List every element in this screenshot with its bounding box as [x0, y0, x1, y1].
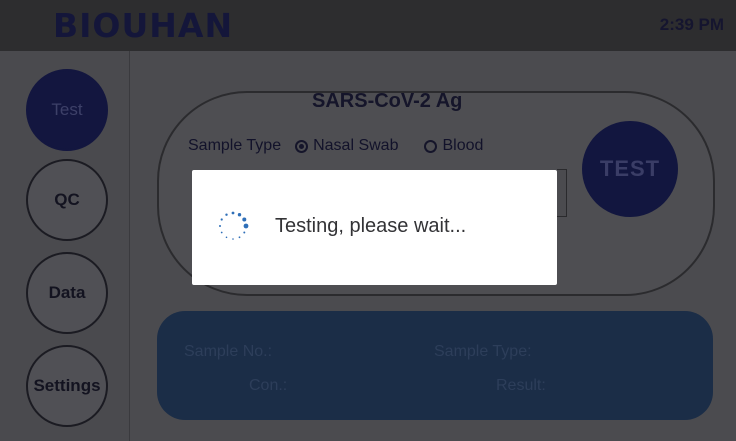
sample-no-label: Sample No.:	[184, 343, 273, 360]
loading-dialog: Testing, please wait...	[192, 170, 557, 285]
loading-spinner-icon	[219, 211, 249, 240]
sidebar-item-label: Data	[48, 283, 86, 302]
radio-unselected-icon	[424, 139, 438, 153]
sidebar: Test QC Data Settings	[0, 51, 130, 441]
test-button[interactable]: TEST	[582, 121, 678, 217]
result-panel: Sample No.: Sample Type: Con.: Result:	[157, 311, 713, 420]
radio-selected-icon	[295, 139, 309, 153]
result-label: Result:	[496, 377, 546, 394]
sidebar-item-qc[interactable]: QC	[26, 159, 108, 241]
radio-blood[interactable]: Blood	[424, 137, 483, 155]
loading-message: Testing, please wait...	[275, 215, 467, 237]
brand-logo: BIOUHAN	[53, 6, 234, 45]
clock: 2:39 PM	[659, 15, 724, 34]
top-bar: BIOUHAN 2:39 PM	[0, 0, 736, 51]
assay-title: SARS-CoV-2 Ag	[312, 90, 463, 112]
radio-label: Blood	[442, 137, 484, 154]
sidebar-item-settings[interactable]: Settings	[26, 345, 108, 427]
radio-label: Nasal Swab	[313, 137, 399, 154]
sample-type-row: Sample Type Nasal Swab Blood	[188, 137, 509, 155]
sidebar-item-label: Settings	[33, 376, 101, 395]
concentration-label: Con.:	[249, 377, 288, 394]
sidebar-item-label: QC	[54, 190, 80, 209]
sidebar-item-test[interactable]: Test	[26, 69, 108, 151]
sample-id-field[interactable]	[557, 169, 567, 217]
radio-nasal-swab[interactable]: Nasal Swab	[295, 137, 398, 155]
sidebar-item-data[interactable]: Data	[26, 252, 108, 334]
sample-type-label: Sample Type	[188, 137, 282, 154]
sidebar-item-label: Test	[51, 100, 83, 119]
sample-type-result-label: Sample Type:	[434, 343, 532, 360]
